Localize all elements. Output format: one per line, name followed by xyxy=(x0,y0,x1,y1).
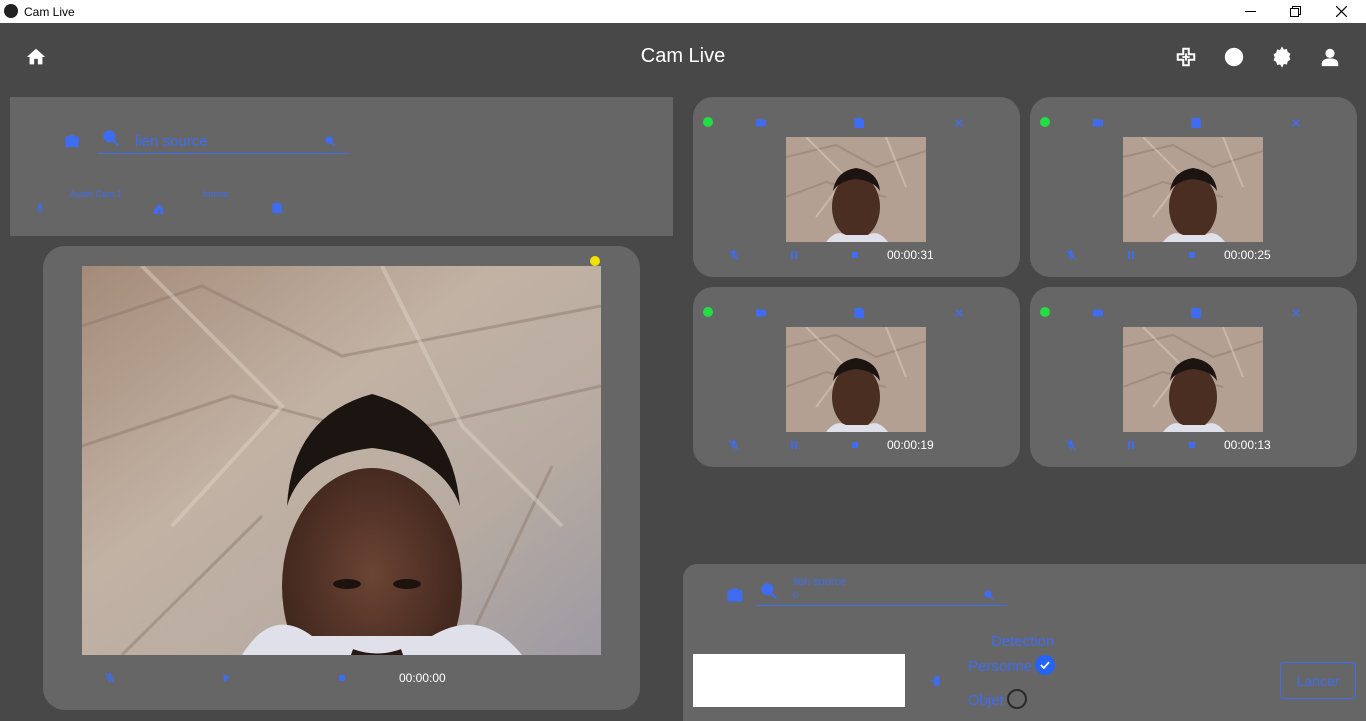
window-title: Cam Live xyxy=(24,5,75,19)
save-icon[interactable] xyxy=(1189,306,1203,320)
launch-button[interactable]: Lancer xyxy=(1280,662,1356,699)
camera-tile-feed xyxy=(1123,137,1263,242)
live-status-dot xyxy=(1040,117,1050,127)
source-link-label: lien source xyxy=(793,576,847,588)
restore-button[interactable] xyxy=(1272,0,1318,23)
object-checkbox[interactable] xyxy=(1007,689,1027,709)
save-icon[interactable] xyxy=(852,116,866,130)
close-button[interactable] xyxy=(1318,0,1364,23)
video-camera-icon[interactable] xyxy=(1091,116,1105,130)
live-status-dot xyxy=(1040,307,1050,317)
import-icon[interactable] xyxy=(928,674,942,688)
camera-tile-timer: 00:00:31 xyxy=(887,248,934,262)
video-camera-icon[interactable] xyxy=(1091,306,1105,320)
detection-title: Detection xyxy=(991,633,1055,650)
save-icon[interactable] xyxy=(852,306,866,320)
close-camera-icon[interactable] xyxy=(952,116,966,130)
app-logo-icon xyxy=(4,4,18,18)
globe-icon[interactable] xyxy=(1221,44,1247,70)
mute-microphone-icon[interactable] xyxy=(103,671,117,685)
camera-tile: 00:00:31 xyxy=(693,97,1020,277)
mute-microphone-icon[interactable] xyxy=(1064,248,1078,262)
stop-icon[interactable] xyxy=(848,248,862,262)
source-link-value: 0 xyxy=(793,590,799,600)
video-camera-icon[interactable] xyxy=(754,306,768,320)
main-camera-feed xyxy=(82,266,601,655)
close-camera-icon[interactable] xyxy=(1289,306,1303,320)
camera-tile-timer: 00:00:13 xyxy=(1224,438,1271,452)
close-camera-icon[interactable] xyxy=(1289,116,1303,130)
close-camera-icon[interactable] xyxy=(952,306,966,320)
stop-icon[interactable] xyxy=(1185,438,1199,452)
source-link-input[interactable]: lien source 0 xyxy=(756,576,1007,606)
search-submit-icon[interactable] xyxy=(323,134,337,148)
main-camera-card: 00:00:00 xyxy=(43,246,640,710)
camera-tile-feed xyxy=(786,137,926,242)
save-icon[interactable] xyxy=(270,201,284,215)
camera-tile: 00:00:25 xyxy=(1030,97,1357,277)
save-icon[interactable] xyxy=(1189,116,1203,130)
source-panel: lien source Audio Cam 1 format xyxy=(10,97,673,236)
stop-icon[interactable] xyxy=(1185,248,1199,262)
microphone-icon[interactable] xyxy=(33,201,47,215)
camera-tile-timer: 00:00:19 xyxy=(887,438,934,452)
app-bar: Cam Live xyxy=(0,23,1366,89)
mute-microphone-icon[interactable] xyxy=(1064,438,1078,452)
add-camera-icon[interactable] xyxy=(1173,44,1199,70)
option-person-label: Personne xyxy=(968,658,1033,675)
source-search-placeholder: lien source xyxy=(135,133,208,150)
stop-icon[interactable] xyxy=(848,438,862,452)
preview-box xyxy=(693,654,905,707)
stop-icon[interactable] xyxy=(335,671,349,685)
camera-tile-timer: 00:00:25 xyxy=(1224,248,1271,262)
mute-microphone-icon[interactable] xyxy=(727,248,741,262)
live-status-dot xyxy=(703,307,713,317)
camera-tile-feed xyxy=(1123,327,1263,432)
shapes-icon[interactable] xyxy=(152,202,166,216)
pause-icon[interactable] xyxy=(1124,438,1138,452)
camera-icon[interactable] xyxy=(725,585,745,605)
page-title: Cam Live xyxy=(640,45,726,67)
audio-source-label[interactable]: Audio Cam 1 xyxy=(70,189,122,199)
camera-icon[interactable] xyxy=(63,132,81,150)
search-submit-icon[interactable] xyxy=(982,588,996,602)
person-checkbox[interactable] xyxy=(1035,655,1055,675)
pause-icon[interactable] xyxy=(787,248,801,262)
main-camera-timer: 00:00:00 xyxy=(399,671,446,685)
minimize-button[interactable] xyxy=(1227,0,1273,23)
settings-icon[interactable] xyxy=(1269,44,1295,70)
video-camera-icon[interactable] xyxy=(754,116,768,130)
recording-status-dot xyxy=(590,256,600,266)
camera-tile: 00:00:13 xyxy=(1030,287,1357,467)
play-icon[interactable] xyxy=(219,671,233,685)
account-icon[interactable] xyxy=(1317,44,1343,70)
window-titlebar: Cam Live xyxy=(0,0,1366,23)
camera-tile: 00:00:19 xyxy=(693,287,1020,467)
pause-icon[interactable] xyxy=(1124,248,1138,262)
source-search-input[interactable]: lien source xyxy=(98,129,349,154)
camera-tile-feed xyxy=(786,327,926,432)
format-label[interactable]: format xyxy=(203,189,229,199)
live-status-dot xyxy=(703,117,713,127)
detection-panel: lien source 0 Detection Personne Objet L… xyxy=(683,564,1366,721)
pause-icon[interactable] xyxy=(787,438,801,452)
option-object-label: Objet xyxy=(968,692,1004,709)
mute-microphone-icon[interactable] xyxy=(727,438,741,452)
